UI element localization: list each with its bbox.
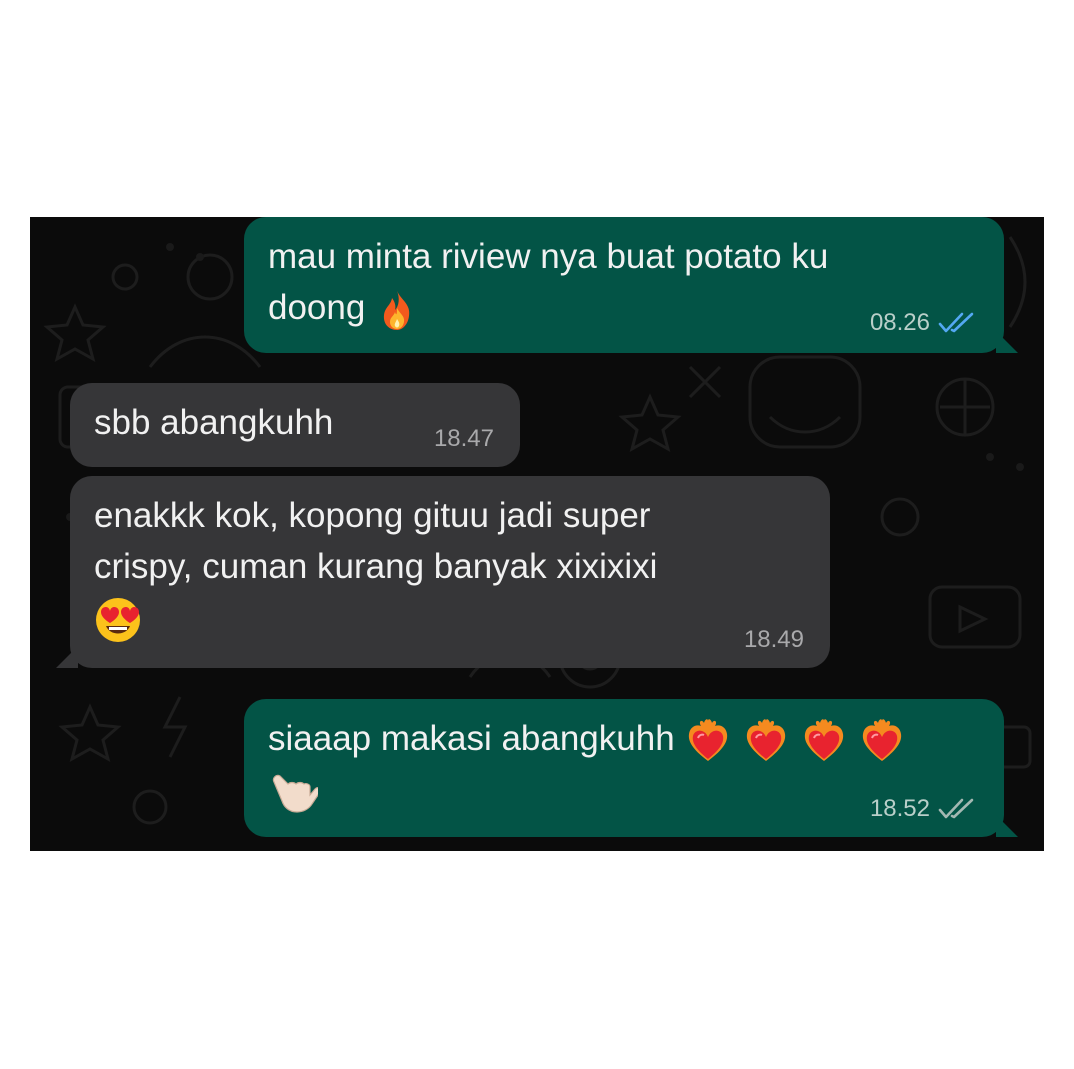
message-bubble-incoming[interactable]: sbb abangkuhh 18.47	[70, 383, 520, 467]
message-meta: 08.26	[870, 309, 976, 337]
message-meta: 18.52	[870, 795, 976, 823]
read-double-check-icon	[938, 312, 974, 333]
bubble-tail	[996, 331, 1018, 353]
message-time: 18.49	[743, 626, 804, 653]
heart-on-fire-icon	[746, 719, 786, 761]
heart-eyes-face-icon	[96, 597, 140, 642]
message-text-line: crispy, cuman kurang banyak xixixixi	[94, 547, 658, 586]
delivered-double-check-icon	[938, 798, 974, 819]
message-text-line: doong	[268, 288, 366, 327]
message-text: enakkk kok, kopong gituu jadi super cris…	[94, 490, 806, 644]
message-time: 08.26	[869, 309, 930, 336]
bubble-tail	[996, 815, 1018, 837]
chat-panel: mau minta riview nya buat potato ku doon…	[30, 217, 1044, 851]
bubble-tail	[56, 646, 78, 668]
message-text-line: siaaap makasi abangkuhh	[268, 719, 675, 758]
message-meta: 18.49	[744, 626, 804, 654]
call-me-hand-icon	[272, 774, 318, 813]
fire-icon	[383, 290, 410, 330]
message-text-line: sbb abangkuhh	[94, 403, 334, 442]
message-time: 18.52	[869, 795, 930, 822]
heart-on-fire-icon	[689, 719, 728, 761]
message-bubble-incoming[interactable]: enakkk kok, kopong gituu jadi super cris…	[70, 476, 830, 668]
message-time: 18.47	[433, 425, 494, 452]
message-text-line: enakkk kok, kopong gituu jadi super	[94, 496, 651, 535]
message-meta: 18.47	[434, 425, 494, 453]
heart-on-fire-icon	[804, 719, 844, 761]
message-bubble-outgoing[interactable]: mau minta riview nya buat potato ku doon…	[244, 217, 1004, 353]
heart-on-fire-icon	[862, 719, 901, 761]
message-text-line: mau minta riview nya buat potato ku	[268, 237, 829, 276]
message-bubble-outgoing[interactable]: siaaap makasi abangkuhh 18.52	[244, 699, 1004, 837]
